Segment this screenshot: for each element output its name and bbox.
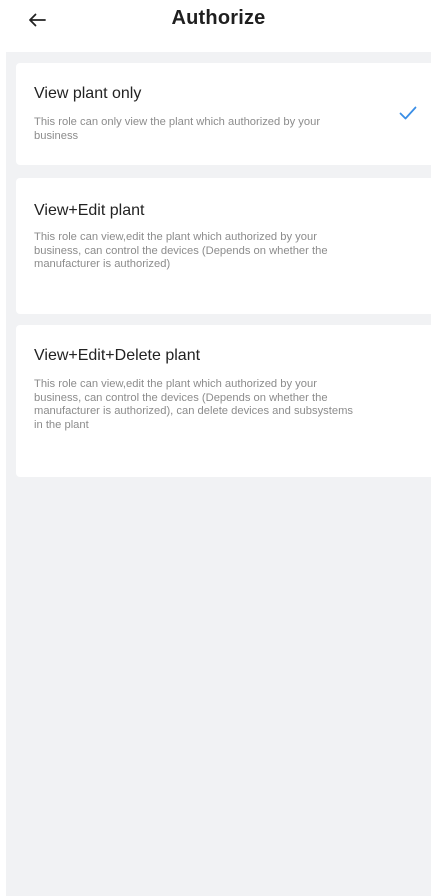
role-description: This role can only view the plant which …	[34, 116, 321, 142]
role-option-view-edit-delete[interactable]: View+Edit+Delete plant This role can vie…	[16, 325, 437, 477]
role-option-view-only[interactable]: View plant only This role can only view …	[16, 63, 437, 165]
role-description: This role can view,edit the plant which …	[34, 231, 328, 270]
role-list: View plant only This role can only view …	[6, 52, 437, 896]
role-title: View+Edit plant	[34, 202, 145, 219]
role-description: This role can view,edit the plant which …	[34, 378, 354, 431]
role-title: View plant only	[34, 85, 142, 102]
role-option-view-edit[interactable]: View+Edit plant This role can view,edit …	[16, 178, 437, 314]
header-bar: Authorize	[0, 0, 437, 44]
check-icon	[399, 106, 417, 120]
page-title: Authorize	[171, 7, 266, 29]
role-title: View+Edit+Delete plant	[34, 347, 201, 364]
